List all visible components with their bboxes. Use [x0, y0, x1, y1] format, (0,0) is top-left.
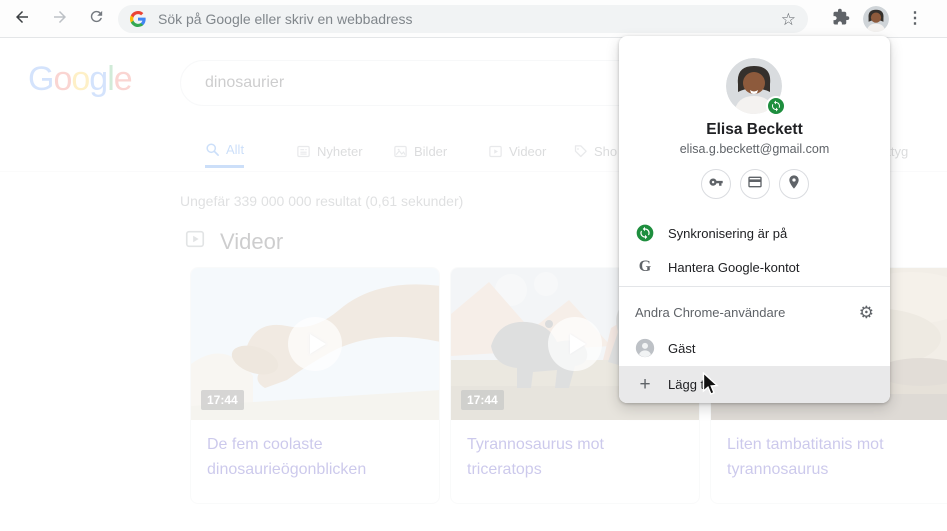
- sync-on-icon: [635, 223, 655, 243]
- location-pin-icon: [786, 174, 802, 195]
- refresh-icon: [88, 8, 105, 30]
- manage-profiles-gear-icon[interactable]: ⚙: [859, 304, 874, 321]
- guest-row[interactable]: Gäst: [619, 330, 890, 366]
- browser-toolbar: Sök på Google eller skriv en webbadress …: [0, 0, 947, 38]
- manage-account-label: Hantera Google-kontot: [668, 260, 800, 275]
- profile-large-avatar: [726, 58, 782, 114]
- tab-label: Sho: [594, 144, 617, 159]
- plus-icon: +: [635, 374, 655, 396]
- forward-button[interactable]: [48, 7, 72, 31]
- tab-videor[interactable]: Videor: [488, 134, 546, 168]
- guest-label: Gäst: [668, 341, 695, 356]
- news-tab-icon: [296, 144, 311, 159]
- addresses-button[interactable]: [779, 169, 809, 199]
- tab-label: Videor: [509, 144, 546, 159]
- google-logo[interactable]: Google: [28, 60, 132, 99]
- images-tab-icon: [393, 144, 408, 159]
- tab-label: Bilder: [414, 144, 447, 159]
- logo-letter: o: [53, 60, 71, 98]
- credit-card-icon: [747, 174, 763, 195]
- videos-section-heading: Videor: [184, 228, 283, 255]
- profile-avatar-button[interactable]: [863, 6, 889, 32]
- play-button-icon[interactable]: [548, 317, 602, 371]
- refresh-button[interactable]: [84, 7, 108, 31]
- tab-allt[interactable]: Allt: [205, 134, 244, 168]
- account-shortcuts-row: [619, 169, 890, 199]
- sync-status-label: Synkronisering är på: [668, 226, 787, 241]
- video-thumbnail[interactable]: 17:44: [191, 268, 439, 420]
- address-bar-placeholder: Sök på Google eller skriv en webbadress: [158, 11, 781, 27]
- payment-methods-button[interactable]: [740, 169, 770, 199]
- video-duration-badge: 17:44: [461, 390, 504, 410]
- passwords-button[interactable]: [701, 169, 731, 199]
- profile-email: elisa.g.beckett@gmail.com: [619, 142, 890, 156]
- bookmark-star-icon[interactable]: ☆: [781, 11, 796, 28]
- videos-tab-icon: [488, 144, 503, 159]
- manage-google-account-row[interactable]: G Hantera Google-kontot: [619, 249, 890, 285]
- forward-icon: [51, 8, 69, 31]
- browser-menu-button[interactable]: ⋮: [905, 7, 925, 31]
- google-g-icon: [130, 11, 146, 27]
- search-query-text: dinosaurier: [205, 74, 284, 92]
- popup-divider: [619, 286, 890, 287]
- results-stats: Ungefär 339 000 000 resultat (0,61 sekun…: [180, 193, 463, 209]
- shopping-tab-icon: [573, 144, 588, 159]
- profile-name: Elisa Beckett: [619, 121, 890, 139]
- logo-letter: e: [114, 60, 132, 98]
- video-duration-badge: 17:44: [201, 390, 244, 410]
- sync-on-badge-icon: [766, 96, 786, 116]
- guest-avatar-icon: [635, 336, 655, 360]
- tab-label: Allt: [226, 142, 244, 157]
- key-icon: [708, 174, 724, 195]
- videos-heading-label: Videor: [220, 229, 283, 255]
- extensions-button[interactable]: [829, 7, 853, 31]
- profile-menu-popup: Elisa Beckett elisa.g.beckett@gmail.com …: [619, 36, 890, 403]
- play-button-icon[interactable]: [288, 317, 342, 371]
- add-profile-row[interactable]: + Lägg till: [619, 366, 890, 403]
- mouse-cursor: [702, 372, 719, 401]
- other-users-header-row: Andra Chrome-användare ⚙: [619, 294, 890, 330]
- tab-nyheter[interactable]: Nyheter: [296, 134, 363, 168]
- extensions-puzzle-icon: [832, 8, 850, 31]
- search-tab-icon: [205, 142, 220, 157]
- google-g-gray-icon: G: [635, 258, 655, 276]
- tab-bilder[interactable]: Bilder: [393, 134, 447, 168]
- address-bar[interactable]: Sök på Google eller skriv en webbadress …: [118, 5, 808, 33]
- logo-letter: G: [28, 60, 53, 98]
- back-button[interactable]: [10, 7, 34, 31]
- logo-letter: o: [71, 60, 89, 98]
- avatar-photo: [863, 6, 889, 32]
- back-icon: [13, 8, 31, 31]
- video-title-link[interactable]: De fem coolaste dinosaurieögonblicken: [191, 420, 439, 483]
- sync-status-row[interactable]: Synkronisering är på: [619, 215, 890, 251]
- logo-letter: g: [89, 60, 107, 98]
- video-title-link[interactable]: Liten tambatitanis mot tyrannosaurus: [711, 420, 947, 483]
- video-card[interactable]: 17:44 De fem coolaste dinosaurieögonblic…: [190, 267, 440, 504]
- video-section-icon: [184, 228, 206, 255]
- video-title-link[interactable]: Tyrannosaurus mot triceratops: [451, 420, 699, 483]
- tab-label: Nyheter: [317, 144, 363, 159]
- other-users-header-label: Andra Chrome-användare: [635, 305, 785, 320]
- tab-shopping[interactable]: Sho: [573, 134, 617, 168]
